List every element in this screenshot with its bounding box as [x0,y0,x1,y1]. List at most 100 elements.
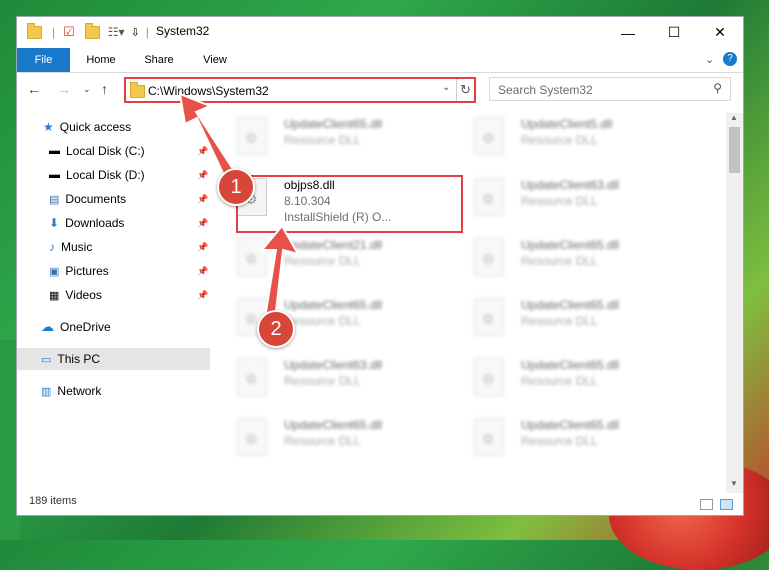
nav-label: OneDrive [60,320,111,334]
help-icon[interactable]: ? [723,52,737,66]
nav-item-music[interactable]: ♪ Music 📌 [17,236,210,258]
up-arrow-icon[interactable]: ↑ [101,81,108,97]
file-type: Resource DLL [521,314,598,328]
dll-file-icon [237,238,267,276]
file-name: UpdateClient65.dll [521,238,620,252]
file-name: UpdateClient63.dll [521,178,620,192]
nav-network[interactable]: ▥ Network [17,380,210,402]
nav-item-pictures[interactable]: ▣ Pictures 📌 [17,260,210,282]
vertical-scrollbar[interactable]: ▲ ▼ [726,113,743,493]
customize-toolbar-icon[interactable]: ☷▾ [108,25,125,39]
file-tile[interactable]: UpdateClient65.dll Resource DLL [229,414,459,466]
cloud-icon: ☁ [41,319,54,334]
folder-icon[interactable] [27,22,42,39]
file-name: UpdateClient65.dll [521,298,620,312]
quick-access-toolbar: | ☑ ☷▾ ⇩ | [27,22,149,41]
callout-step-1: 1 [217,168,255,206]
star-icon: ★ [43,120,54,134]
properties-icon[interactable]: ☑ [63,24,75,40]
tab-home[interactable]: Home [79,48,123,72]
tab-share[interactable]: Share [137,48,181,72]
nav-this-pc[interactable]: ▭ This PC [17,348,210,370]
search-input[interactable]: Search System32 ⚲ [489,77,731,101]
tab-file[interactable]: File [17,48,70,72]
search-icon[interactable]: ⚲ [713,81,722,95]
pin-icon: 📌 [197,217,209,228]
file-type: Resource DLL [521,194,598,208]
forward-arrow-icon[interactable]: → [57,81,71,97]
status-item-count: 189 items [29,495,77,507]
scroll-up-icon[interactable]: ▲ [730,113,738,122]
computer-icon: ▭ [41,353,52,366]
dll-file-icon [237,117,267,155]
file-tile[interactable]: UpdateClient65.dll Resource DLL [466,234,696,286]
close-button[interactable]: ✕ [697,17,743,48]
nav-label: Local Disk (D:) [66,168,145,182]
file-type: Resource DLL [521,133,598,147]
documents-icon: ▤ [49,193,60,206]
new-folder-icon[interactable] [84,22,100,39]
file-tile[interactable]: UpdateClient63.dll Resource DLL [229,354,459,406]
file-list: UpdateClient65.dll Resource DLL objps8.d… [229,113,725,483]
nav-item-documents[interactable]: ▤ Documents 📌 [17,188,210,210]
address-dropdown-icon[interactable]: ⌄ [442,82,450,93]
refresh-icon[interactable]: ↻ [460,82,471,98]
dll-file-icon [474,298,504,336]
nav-item-downloads[interactable]: ⬇ Downloads 📌 [17,212,210,234]
file-tile[interactable]: UpdateClient5.dll Resource DLL [466,113,696,165]
address-bar[interactable]: C:\Windows\System32 ⌄ ↻ [124,77,476,103]
pin-icon: 📌 [197,265,209,276]
network-icon: ▥ [41,385,52,398]
window-title: System32 [156,24,210,38]
tab-view[interactable]: View [193,48,237,72]
dll-file-icon [237,358,267,396]
pin-icon: 📌 [197,169,209,180]
dll-file-icon [237,418,267,456]
dll-file-icon [474,358,504,396]
toolbar-separator: | [52,25,56,39]
recent-locations-icon[interactable]: ⌄ [83,84,91,95]
scroll-down-icon[interactable]: ▼ [730,479,738,488]
large-icons-view-icon[interactable] [720,499,733,510]
file-type: Resource DLL [521,254,598,268]
chevron-down-icon[interactable]: ⇩ [131,26,140,39]
navigation-pane: ★ Quick access ▬ Local Disk (C:) 📌 ▬ Loc… [17,113,210,409]
nav-item-videos[interactable]: ▦ Videos 📌 [17,284,210,306]
pin-icon: 📌 [197,193,209,204]
minimize-button[interactable]: — [605,17,651,48]
pin-icon: 📌 [197,289,209,300]
file-type: Resource DLL [284,133,361,147]
file-tile[interactable]: UpdateClient65.dll Resource DLL [466,414,696,466]
file-tile[interactable]: UpdateClient65.dll Resource DLL [466,294,696,346]
nav-item-local-disk-c[interactable]: ▬ Local Disk (C:) 📌 [17,140,210,162]
videos-icon: ▦ [49,289,60,302]
file-tile[interactable]: UpdateClient65.dll Resource DLL [466,354,696,406]
nav-label: Quick access [59,120,132,134]
dll-file-icon [474,418,504,456]
pin-icon: 📌 [197,145,209,156]
pin-icon: 📌 [197,241,209,252]
nav-label: Documents [65,192,127,206]
dll-file-icon [474,117,504,155]
file-tile[interactable]: UpdateClient21.dll Resource DLL [229,234,459,286]
drive-icon: ▬ [49,145,60,157]
file-name: UpdateClient21.dll [284,238,383,252]
nav-item-local-disk-d[interactable]: ▬ Local Disk (D:) 📌 [17,164,210,186]
file-name: UpdateClient5.dll [521,117,613,131]
nav-quick-access[interactable]: ★ Quick access [17,116,210,138]
address-path: C:\Windows\System32 [148,84,269,98]
ribbon-tabs: File Home Share View ⌄ ? [17,48,743,73]
nav-label: Videos [65,288,102,302]
expand-ribbon-icon[interactable]: ⌄ [705,53,714,66]
explorer-window: | ☑ ☷▾ ⇩ | System32 — ☐ ✕ File Home Shar… [16,16,744,516]
back-arrow-icon[interactable]: ← [27,81,41,97]
scrollbar-thumb[interactable] [729,127,740,173]
file-tile[interactable]: UpdateClient65.dll Resource DLL [229,113,459,165]
nav-onedrive[interactable]: ☁ OneDrive [17,316,210,338]
file-type: Resource DLL [284,434,361,448]
callout-step-2: 2 [257,310,295,348]
details-view-icon[interactable] [700,499,713,510]
file-tile[interactable]: UpdateClient63.dll Resource DLL [466,174,696,226]
maximize-button[interactable]: ☐ [651,17,697,48]
file-name: UpdateClient65.dll [521,358,620,372]
